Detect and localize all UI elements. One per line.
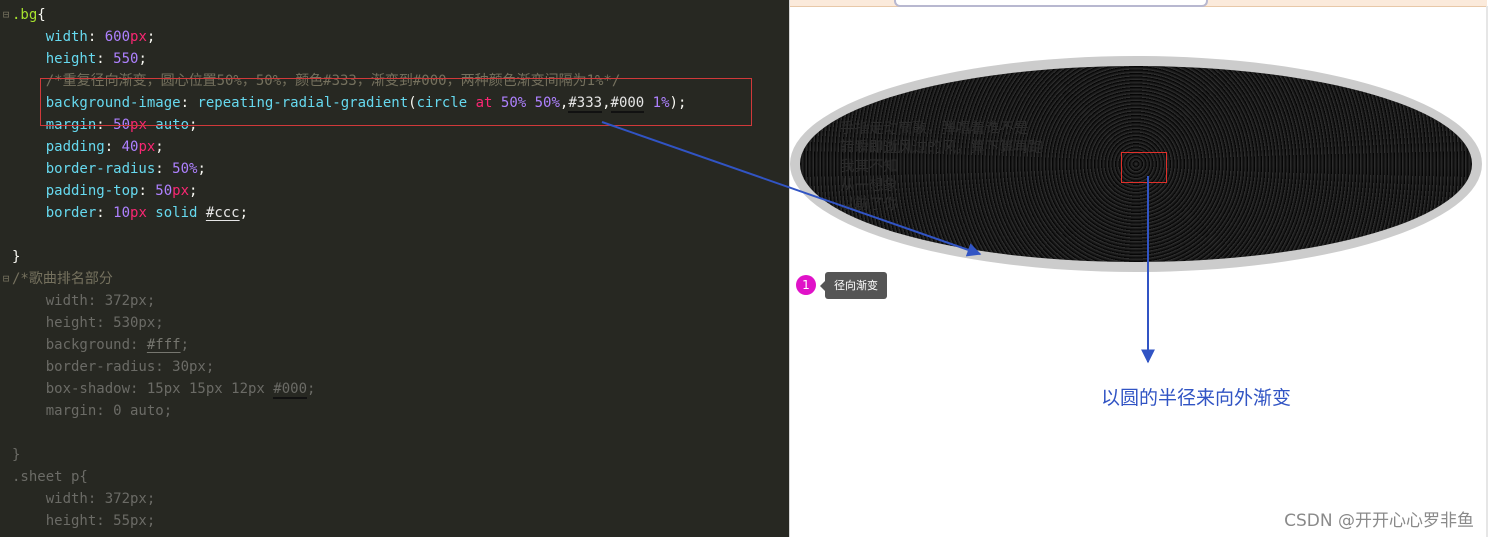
code-token: ; (180, 337, 190, 353)
step-badge: 1 (796, 275, 816, 295)
code-line: width: 372px; (0, 488, 789, 510)
code-line: width: 372px; (0, 290, 789, 312)
code-line: height: 550; (0, 48, 789, 70)
code-token: border (12, 205, 97, 221)
code-line: ⊟ .bg{ (0, 4, 789, 26)
code-token: height: 530px; (12, 315, 164, 331)
fold-toggle-icon[interactable]: ⊟ (0, 268, 12, 290)
code-line: } (0, 444, 789, 466)
code-line: } (0, 246, 789, 268)
code-token: height: 55px; (12, 513, 156, 529)
code-token: .bg (12, 7, 38, 23)
code-token: : (96, 51, 114, 67)
ellipse-text-line: 从一想象 (840, 178, 898, 194)
ellipse-text-line: 手指走动高歌，弹唱着谁不是 (840, 121, 1029, 137)
code-line: .sheet p{ (0, 466, 789, 488)
code-token: 40 (121, 139, 139, 155)
fold-toggle-icon[interactable]: ⊟ (0, 4, 12, 26)
ellipse-text-line: 转瞬即逝风过的风，算下算再跑 (840, 140, 1043, 156)
code-line: width: 600px; (0, 26, 789, 48)
code-token: width: 372px; (12, 491, 156, 507)
highlight-box (40, 78, 752, 126)
code-line: border-radius: 50%; (0, 158, 789, 180)
code-token: ; (307, 381, 316, 397)
ellipse-text-line: 以前了你 (840, 197, 898, 213)
code-token: ; (239, 205, 249, 221)
code-token: margin: 0 auto; (12, 403, 173, 419)
gradient-center-highlight (1121, 152, 1167, 183)
code-line: height: 55px; (0, 510, 789, 532)
code-line: ⊟/*歌曲排名部分 (0, 268, 789, 290)
code-token: border-radius (12, 161, 156, 177)
ellipse-text-line: 我其不知 (840, 159, 898, 175)
code-token: padding-top (12, 183, 139, 199)
code-token: px (138, 139, 156, 155)
code-token: box-shadow: 15px 15px 12px (12, 381, 274, 397)
code-token: : (96, 205, 114, 221)
code-token: height (12, 51, 97, 67)
browser-toolbar (790, 0, 1487, 7)
code-token: ; (197, 161, 206, 177)
code-token: background: (12, 337, 147, 353)
annotation-text: 以圆的半径来向外渐变 (1101, 387, 1292, 409)
code-token: px (172, 183, 190, 199)
code-token: 10 (113, 205, 131, 221)
code-token: #000 (273, 381, 308, 399)
code-token: .sheet p{ (12, 469, 88, 485)
code-line: box-shadow: 15px 15px 12px #000; (0, 378, 789, 400)
code-token: 600 (104, 29, 131, 45)
code-line: margin: 0 auto; (0, 400, 789, 422)
code-token: px (130, 205, 147, 221)
code-token: width: 372px; (12, 293, 156, 309)
code-token: solid (146, 205, 206, 221)
code-line: background: #fff; (0, 334, 789, 356)
code-token: 550 (113, 51, 139, 67)
code-token: 50% (172, 161, 198, 177)
code-token: #ccc (205, 205, 240, 221)
code-line: border-radius: 30px; (0, 356, 789, 378)
code-token: } (12, 447, 21, 463)
address-bar[interactable] (894, 0, 1208, 7)
watermark: CSDN @开开心心罗非鱼 (1284, 511, 1474, 531)
code-line: padding: 40px; (0, 136, 789, 158)
code-token: ; (189, 183, 198, 199)
code-token: : (138, 183, 156, 199)
code-editor[interactable]: ⊟ .bg{ width: 600px; height: 550; /*重复径向渐… (0, 0, 789, 537)
code-token: ; (138, 51, 147, 67)
browser-preview: 手指走动高歌，弹唱着谁不是 转瞬即逝风过的风，算下算再跑 我其不知 从一想象 以… (789, 0, 1488, 537)
code-token: border-radius: 30px; (12, 359, 215, 375)
code-token: { (37, 7, 46, 23)
code-token: width (12, 29, 88, 45)
code-line: border: 10px solid #ccc; (0, 202, 789, 224)
code-token: /*歌曲排名部分 (12, 271, 113, 287)
code-line: padding-top: 50px; (0, 180, 789, 202)
code-token: : (87, 29, 105, 45)
code-token: padding (12, 139, 105, 155)
code-token: : (155, 161, 173, 177)
code-token: #fff (146, 337, 181, 353)
code-token: px (130, 29, 147, 45)
code-token: ; (146, 29, 156, 45)
code-token: } (12, 249, 21, 265)
code-token: 50 (155, 183, 173, 199)
tooltip-label: 径向渐变 (820, 272, 887, 299)
code-token: : (104, 139, 122, 155)
ellipse-text: 手指走动高歌，弹唱着谁不是 转瞬即逝风过的风，算下算再跑 我其不知 从一想象 以… (840, 120, 1070, 215)
code-token: ; (155, 139, 164, 155)
code-line: height: 530px; (0, 312, 789, 334)
